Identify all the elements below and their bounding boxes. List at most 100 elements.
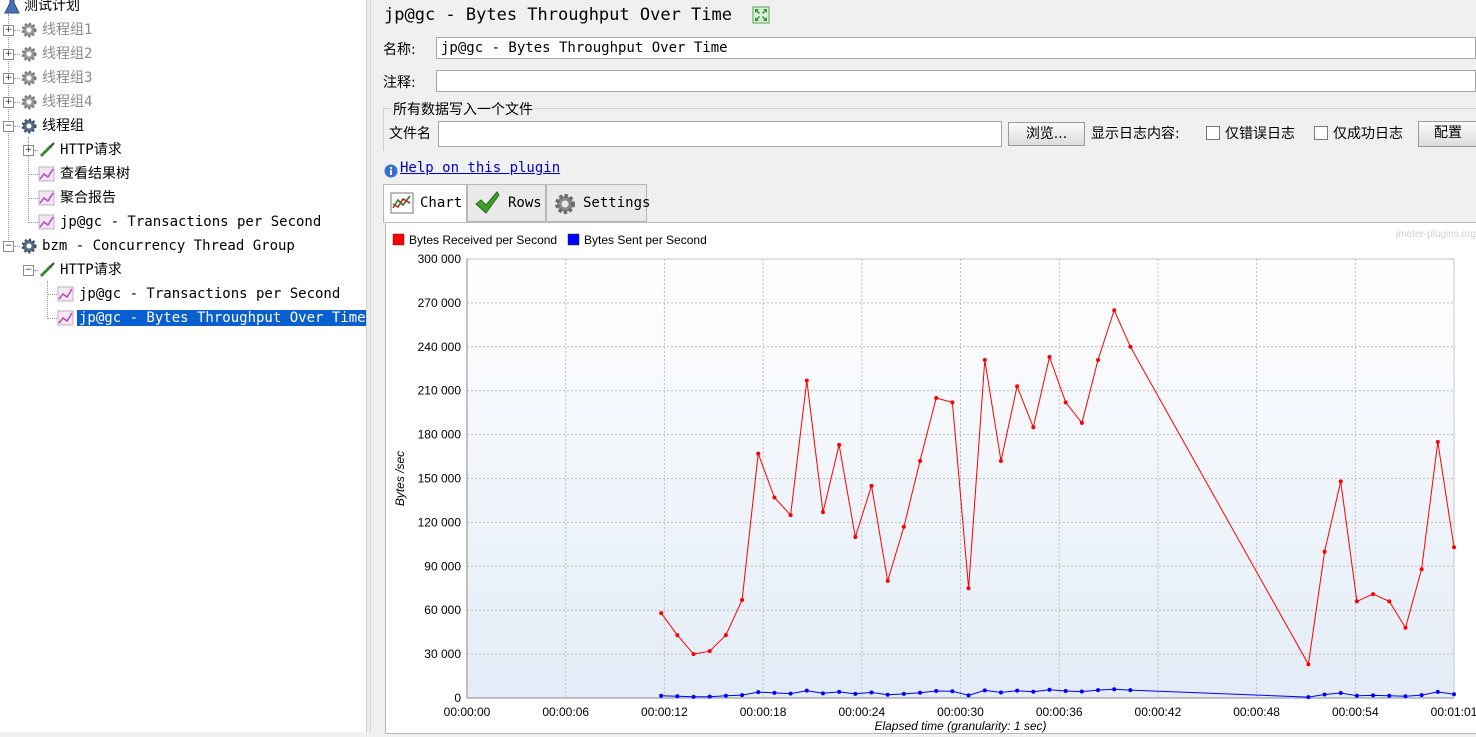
received-data-point — [934, 396, 939, 401]
tab-chart[interactable]: Chart — [383, 184, 467, 223]
chart-area: 0 30 000 60 000 90 000 120 000 150 000 180 000… — [385, 222, 1476, 734]
sent-data-point — [1371, 693, 1376, 698]
thread-group-gear-icon — [21, 118, 37, 134]
collapse-toggle-icon[interactable]: − — [23, 265, 34, 276]
thread-group-gear-icon — [21, 70, 37, 86]
comment-field[interactable] — [436, 70, 1476, 92]
received-data-point — [707, 649, 712, 654]
received-data-point — [1403, 625, 1408, 630]
received-data-point — [998, 458, 1003, 463]
maximize-icon[interactable] — [752, 6, 770, 24]
comment-label: 注释: — [383, 75, 416, 91]
sent-data-point — [853, 691, 858, 696]
tree-item-thread-group-2[interactable]: 线程组2 — [40, 43, 94, 65]
sent-data-point — [820, 691, 825, 696]
received-data-point — [869, 483, 874, 488]
sent-data-point — [1403, 694, 1408, 699]
received-data-point — [740, 597, 745, 602]
received-data-point — [1435, 439, 1440, 444]
tree-item-thread-group-3[interactable]: 线程组3 — [40, 67, 94, 89]
collapse-toggle-icon[interactable]: − — [3, 121, 14, 132]
x-tick-label: 00:00:42 — [1135, 705, 1182, 719]
tree-root-test-plan[interactable]: 测试计划 — [22, 0, 82, 17]
sent-data-point — [998, 690, 1003, 695]
tree-connector — [28, 198, 38, 199]
sent-data-point — [837, 689, 842, 694]
received-data-point — [723, 633, 728, 638]
tree-item-transactions-per-second-2[interactable]: jp@gc - Transactions per Second — [77, 283, 342, 305]
filename-input[interactable] — [438, 121, 1002, 147]
tree-item-thread-group[interactable]: 线程组 — [40, 115, 86, 137]
listener-graph-icon — [38, 190, 55, 206]
y-tick-label: 150 000 — [418, 472, 462, 486]
received-data-point — [1128, 344, 1133, 349]
listener-graph-icon — [38, 214, 55, 230]
tab-rows[interactable]: Rows — [467, 184, 546, 222]
tree-item-thread-group-1[interactable]: 线程组1 — [40, 19, 94, 41]
received-data-point — [772, 495, 777, 500]
received-data-point — [885, 578, 890, 583]
x-tick-label: 00:00:36 — [1036, 705, 1083, 719]
expand-toggle-icon[interactable]: + — [3, 73, 14, 84]
received-data-point — [1306, 662, 1311, 667]
sent-data-point — [1452, 692, 1456, 697]
name-label: 名称: — [383, 42, 416, 58]
sent-data-point — [1354, 693, 1359, 698]
http-sampler-pipette-icon — [39, 142, 55, 158]
expand-toggle-icon[interactable]: + — [3, 97, 14, 108]
tab-rows-label: Rows — [508, 195, 542, 211]
sent-data-point — [1322, 692, 1327, 697]
received-data-point — [1031, 425, 1036, 430]
sent-data-point — [1015, 688, 1020, 693]
received-data-point — [1338, 479, 1343, 484]
sent-data-point — [1047, 687, 1052, 692]
tree-item-aggregate-report[interactable]: 聚合报告 — [58, 187, 118, 209]
test-plan-tree[interactable]: 测试计划 + 线程组1 + 线程组2 + 线程组3 + 线程组4 − 线程组 +… — [0, 0, 368, 732]
http-sampler-pipette-icon — [39, 262, 55, 278]
tree-item-http-request-2[interactable]: HTTP请求 — [58, 259, 124, 281]
tree-item-http-request[interactable]: HTTP请求 — [58, 139, 124, 161]
sent-data-point — [1063, 688, 1068, 693]
sent-data-point — [1112, 687, 1117, 692]
received-data-point — [1079, 420, 1084, 425]
y-tick-label: 180 000 — [418, 428, 462, 442]
y-tick-label: 30 000 — [424, 647, 461, 661]
received-data-point — [804, 378, 809, 383]
browse-button[interactable]: 浏览... — [1008, 122, 1085, 146]
file-group-title: 所有数据写入一个文件 — [391, 99, 535, 119]
collapse-toggle-icon[interactable]: − — [3, 241, 14, 252]
sent-data-point — [901, 691, 906, 696]
legend-entry: Bytes Received per Second — [409, 233, 557, 247]
y-tick-label: 240 000 — [418, 340, 462, 354]
info-icon — [384, 164, 398, 178]
errors-only-checkbox[interactable] — [1206, 126, 1220, 140]
test-plan-flask-icon — [4, 0, 20, 14]
legend-swatch — [567, 233, 580, 246]
tree-item-bytes-throughput-selected[interactable]: jp@gc - Bytes Throughput Over Time — [77, 307, 368, 329]
tree-item-transactions-per-second[interactable]: jp@gc - Transactions per Second — [58, 211, 323, 233]
thread-group-gear-icon — [21, 238, 37, 254]
sent-data-point — [1128, 688, 1133, 693]
received-data-point — [1452, 545, 1456, 550]
expand-toggle-icon[interactable]: + — [23, 145, 34, 156]
y-tick-label: 120 000 — [418, 515, 462, 529]
x-tick-label: 00:00:18 — [740, 705, 787, 719]
y-tick-label: 300 000 — [418, 252, 462, 266]
tree-item-thread-group-4[interactable]: 线程组4 — [40, 91, 94, 113]
help-on-plugin-link[interactable]: Help on this plugin — [400, 160, 560, 176]
sent-data-point — [707, 694, 712, 699]
received-data-point — [1112, 308, 1117, 313]
x-tick-label: 00:01:01 — [1431, 705, 1476, 719]
name-field[interactable]: jp@gc - Bytes Throughput Over Time — [436, 37, 1476, 59]
expand-toggle-icon[interactable]: + — [3, 25, 14, 36]
tree-item-concurrency-thread-group[interactable]: bzm - Concurrency Thread Group — [40, 235, 297, 257]
tree-connector — [47, 294, 57, 295]
configure-button[interactable]: 配置 — [1418, 121, 1476, 147]
success-only-label: 仅成功日志 — [1333, 126, 1403, 142]
split-pane-divider[interactable] — [366, 0, 371, 732]
tree-item-view-results-tree[interactable]: 查看结果树 — [58, 163, 132, 185]
tab-settings[interactable]: Settings — [546, 184, 650, 222]
expand-toggle-icon[interactable]: + — [3, 49, 14, 60]
success-only-checkbox[interactable] — [1314, 126, 1328, 140]
y-axis-title: Bytes /sec — [393, 451, 407, 506]
